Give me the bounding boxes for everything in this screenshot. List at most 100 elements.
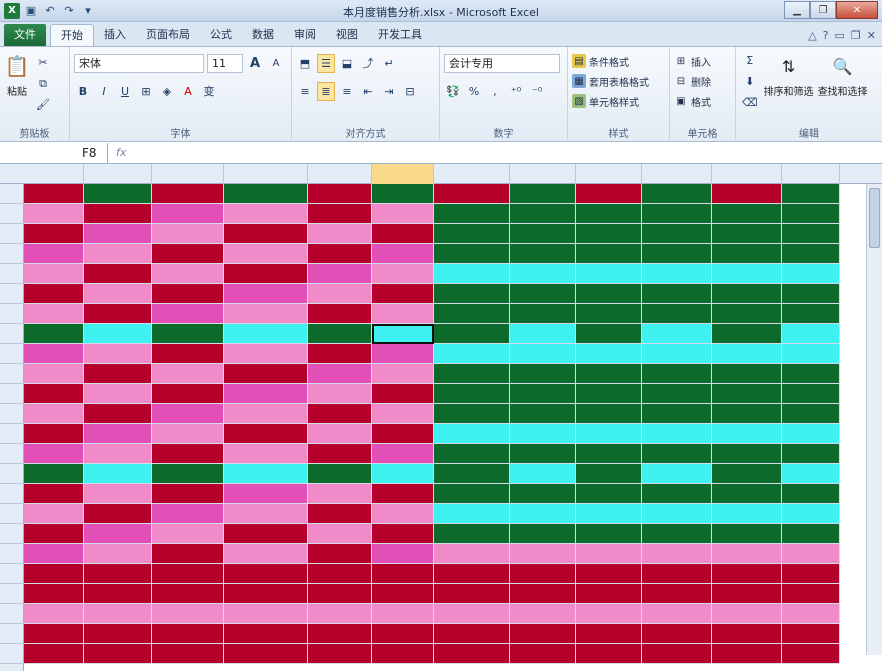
worksheet-cell[interactable] [308, 484, 372, 504]
worksheet-cell[interactable] [84, 284, 152, 304]
copy-icon[interactable]: ⧉ [34, 74, 52, 93]
worksheet-cell[interactable] [510, 564, 576, 584]
worksheet-cell[interactable] [434, 644, 510, 664]
align-middle-icon[interactable]: ☰ [317, 53, 335, 73]
worksheet-cell[interactable] [434, 204, 510, 224]
worksheet-cell[interactable] [576, 604, 642, 624]
row-header[interactable] [0, 244, 24, 264]
worksheet-cell[interactable] [576, 304, 642, 324]
worksheet-cell[interactable] [576, 584, 642, 604]
worksheet-cell[interactable] [152, 464, 224, 484]
worksheet-cell[interactable] [642, 204, 712, 224]
worksheet-cell[interactable] [782, 324, 840, 344]
worksheet-cell[interactable] [224, 484, 308, 504]
cut-icon[interactable]: ✂ [34, 53, 52, 72]
worksheet-cell[interactable] [782, 404, 840, 424]
border-icon[interactable]: ⊞ [137, 82, 155, 101]
row-header[interactable] [0, 484, 24, 504]
worksheet-cell[interactable] [712, 444, 782, 464]
worksheet-cell[interactable] [642, 184, 712, 204]
align-left-icon[interactable]: ≡ [296, 82, 314, 101]
worksheet-cell[interactable] [84, 464, 152, 484]
worksheet-cell[interactable] [24, 184, 84, 204]
worksheet-cell[interactable] [782, 564, 840, 584]
worksheet-cell[interactable] [308, 404, 372, 424]
row-header[interactable] [0, 264, 24, 284]
worksheet-cell[interactable] [152, 204, 224, 224]
worksheet-cell[interactable] [224, 604, 308, 624]
worksheet-cell[interactable] [372, 624, 434, 644]
worksheet-cell[interactable] [84, 264, 152, 284]
worksheet-cell[interactable] [308, 204, 372, 224]
worksheet-cell[interactable] [24, 624, 84, 644]
worksheet-cell[interactable] [576, 324, 642, 344]
worksheet-cell[interactable] [308, 644, 372, 664]
worksheet-cell[interactable] [642, 584, 712, 604]
worksheet-cell[interactable] [434, 504, 510, 524]
worksheet-cell[interactable] [372, 364, 434, 384]
format-cells-button[interactable]: ▣ 格式 [674, 91, 731, 111]
sort-filter-button[interactable]: ⇅ 排序和筛选 [764, 51, 814, 112]
shrink-font-button[interactable]: A [267, 54, 285, 73]
worksheet-cell[interactable] [308, 544, 372, 564]
row-header[interactable] [0, 524, 24, 544]
scrollbar-thumb[interactable] [869, 188, 880, 248]
worksheet-cell[interactable] [224, 504, 308, 524]
fill-icon[interactable]: ⬇ [740, 72, 760, 91]
worksheet-cell[interactable] [152, 264, 224, 284]
worksheet-cell[interactable] [24, 324, 84, 344]
worksheet-cell[interactable] [712, 644, 782, 664]
tab-data[interactable]: 数据 [242, 24, 284, 46]
fill-color-icon[interactable]: ◈ [158, 82, 176, 101]
row-header[interactable] [0, 424, 24, 444]
worksheet-cell[interactable] [372, 184, 434, 204]
worksheet-cell[interactable] [308, 524, 372, 544]
column-header[interactable] [24, 164, 84, 184]
increase-decimal-icon[interactable]: ⁺⁰ [507, 82, 525, 101]
worksheet-cell[interactable] [152, 644, 224, 664]
worksheet-cell[interactable] [712, 184, 782, 204]
worksheet-cell[interactable] [782, 384, 840, 404]
worksheet-cell[interactable] [782, 304, 840, 324]
worksheet-cell[interactable] [782, 644, 840, 664]
worksheet-cell[interactable] [782, 424, 840, 444]
worksheet-cell[interactable] [782, 464, 840, 484]
column-header[interactable] [372, 164, 434, 184]
worksheet-cell[interactable] [308, 604, 372, 624]
delete-cells-button[interactable]: ⊟ 删除 [674, 71, 731, 91]
worksheet-cell[interactable] [24, 384, 84, 404]
worksheet-cell[interactable] [24, 524, 84, 544]
worksheet-cell[interactable] [782, 284, 840, 304]
worksheet-cell[interactable] [372, 284, 434, 304]
workbook-restore-icon[interactable]: ❐ [851, 29, 861, 42]
worksheet-cell[interactable] [434, 464, 510, 484]
worksheet-cell[interactable] [224, 644, 308, 664]
worksheet-cell[interactable] [712, 284, 782, 304]
worksheet-cell[interactable] [510, 224, 576, 244]
font-size-select[interactable]: 11 [207, 53, 243, 73]
format-painter-icon[interactable]: 🖌 [34, 95, 52, 114]
worksheet-cell[interactable] [434, 224, 510, 244]
worksheet-cell[interactable] [434, 264, 510, 284]
worksheet-cell[interactable] [782, 624, 840, 644]
worksheet-cell[interactable] [642, 484, 712, 504]
worksheet-cell[interactable] [24, 204, 84, 224]
close-icon[interactable]: ✕ [836, 1, 878, 19]
worksheet-cell[interactable] [642, 544, 712, 564]
row-header[interactable] [0, 644, 24, 664]
worksheet-cell[interactable] [24, 644, 84, 664]
worksheet-cell[interactable] [372, 584, 434, 604]
worksheet-cell[interactable] [152, 364, 224, 384]
row-header[interactable] [0, 504, 24, 524]
worksheet-cell[interactable] [782, 484, 840, 504]
worksheet-cell[interactable] [642, 324, 712, 344]
minimize-icon[interactable]: ▁ [784, 1, 810, 19]
autosum-icon[interactable]: Σ [740, 51, 760, 70]
worksheet-cell[interactable] [152, 624, 224, 644]
worksheet-cell[interactable] [372, 304, 434, 324]
worksheet-cell[interactable] [434, 544, 510, 564]
worksheet-cell[interactable] [84, 564, 152, 584]
worksheet-cell[interactable] [642, 444, 712, 464]
worksheet-cell[interactable] [642, 404, 712, 424]
worksheet-cell[interactable] [24, 484, 84, 504]
